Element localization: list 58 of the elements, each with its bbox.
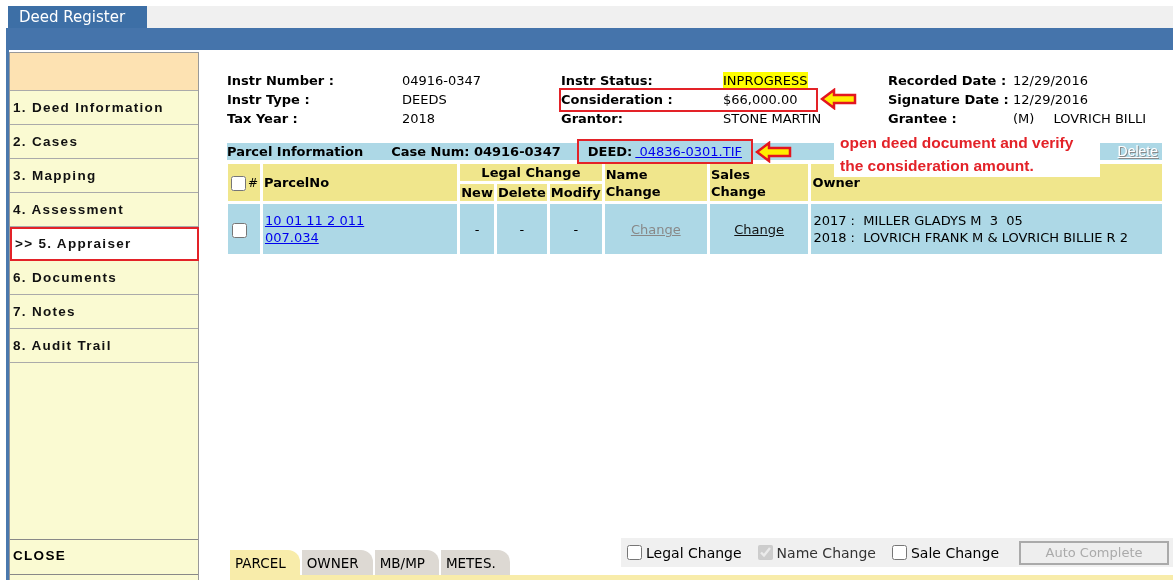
sidebar-item[interactable]: 6. Documents [10,261,198,295]
field-value: 12/29/2016 [1013,91,1088,109]
column-header: New [460,184,494,201]
column-header: Modify [549,184,602,201]
field-label: Consideration : [561,91,674,109]
sidebar-item[interactable]: >> 5. Appraiser [10,227,199,261]
tab[interactable]: OWNER [301,550,373,575]
case-number: Case Num: 04916-0347 [391,144,561,159]
field-label: Grantor: [561,110,624,129]
checkbox-label: Name Change [776,544,876,561]
field-value: STONE MARTIN [723,110,822,129]
field-label: Grantee : [888,110,958,129]
option-checkbox[interactable] [627,545,643,560]
row-checkbox[interactable] [232,222,247,238]
field-value: LOVRICH BILLI [1053,110,1146,129]
checkbox-label: Sale Change [910,544,999,561]
field-value: 12/29/2016 [1013,71,1088,90]
deed-label: DEED: [587,144,633,159]
arrow-icon [820,88,858,111]
field-label: Instr Status: [561,71,654,90]
owner-line: 2018 : LOVRICH FRANK M & LOVRICH BILLIE R 2 [813,229,1130,246]
column-header: Sales Change [709,164,809,201]
section-title: Parcel Information [227,144,364,159]
owner-line: 2017 : MILLER GLADYS M 3 05 [813,212,1024,229]
window-title: Deed Register [8,6,147,28]
table-cell: - [496,204,547,254]
tab[interactable]: MB/MP [374,550,439,575]
field-value: INPROGRESS [723,71,808,90]
field-label: Recorded Date : [888,71,1008,90]
column-header: Delete [496,184,547,201]
field-value: $66,000.00 [723,91,798,109]
field-label: Tax Year : [227,110,299,129]
column-header: # [248,175,259,190]
table-cell: - [460,204,494,254]
deed-link[interactable]: 04836-0301.TIF [635,144,742,159]
close-item[interactable]: CLOSE [10,539,198,575]
column-header: Legal Change [460,164,602,181]
sidebar-item[interactable]: 2. Cases [10,125,198,159]
column-header: Name Change [604,164,707,201]
sidebar-item[interactable]: 8. Audit Trail [10,329,198,363]
field-label: Instr Number : [227,71,335,90]
field-value: 2018 [402,110,436,129]
table-cell: - [549,204,602,254]
field-label: Signature Date : [888,91,1010,109]
checkbox-label: Legal Change [646,544,742,561]
field-value: DEEDS [402,91,447,109]
arrow-icon [754,140,793,163]
option-checkbox[interactable] [891,545,907,560]
column-header: ParcelNo [262,164,458,201]
field-value: 04916-0347 [402,71,482,90]
sidebar-item[interactable]: 7. Notes [10,295,198,329]
tab[interactable]: PARCEL [230,550,300,575]
tab[interactable]: METES. [440,550,510,575]
sidebar-item[interactable]: 1. Deed Information [10,91,198,125]
select-all-checkbox[interactable] [231,175,246,191]
field-value: (M) [1013,110,1035,129]
field-label: Instr Type : [227,91,311,109]
sidebar-item[interactable]: 3. Mapping [10,159,198,193]
